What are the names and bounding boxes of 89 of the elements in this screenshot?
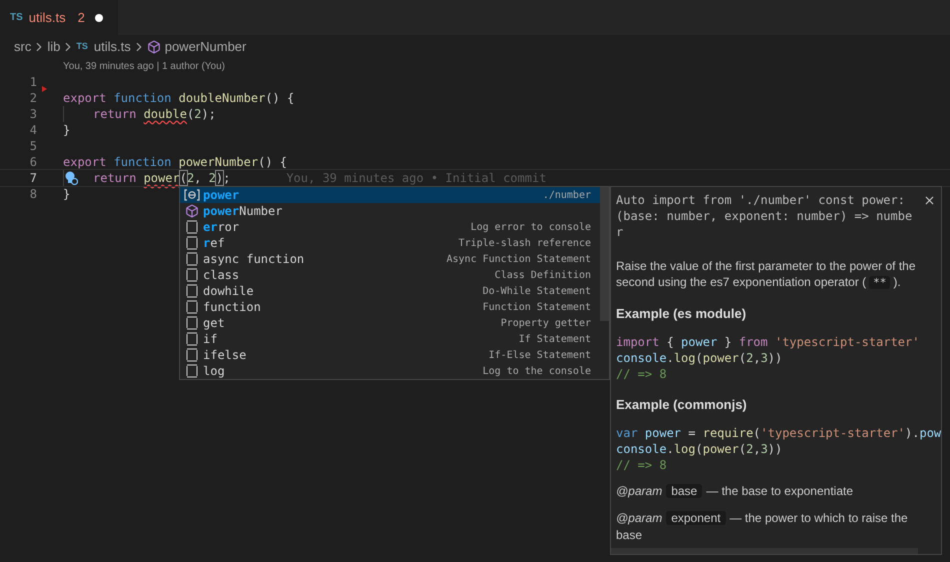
suggestion-item[interactable]: dowhile Do-While Statement <box>180 283 600 299</box>
code-line: export function doubleNumber() { <box>63 90 294 107</box>
line-number: 3 <box>28 106 37 123</box>
line-number: 6 <box>28 154 37 171</box>
suggestion-item[interactable]: er ror Log error to console <box>180 219 600 235</box>
section-heading: Example (es module) <box>616 306 748 322</box>
scrollbar-thumb[interactable] <box>611 548 918 554</box>
breadcrumb-item[interactable]: powerNumber <box>164 37 246 57</box>
suggestion-detail: Log to the console <box>482 364 591 378</box>
square-icon <box>186 348 198 362</box>
square-icon <box>186 300 198 314</box>
suggestion-detail: Log error to console <box>470 220 591 234</box>
suggestion-item[interactable]: function Function Statement <box>180 299 600 315</box>
suggestion-label: ref <box>203 235 225 252</box>
breadcrumb-item[interactable]: src <box>14 37 32 57</box>
suggestion-label: er ror <box>203 219 240 236</box>
code-line: console.log(power(2,3)) <box>616 441 782 457</box>
suggestion-item[interactable]: log Log to the console <box>180 363 600 379</box>
line-number: 7 <box>28 170 37 187</box>
square-icon <box>186 332 198 346</box>
blame-annotation: You, 39 minutes ago • Initial commit <box>286 170 546 187</box>
suggestion-label: dowhile <box>203 283 254 300</box>
square-icon <box>186 316 198 330</box>
code-line: return power(2, 2); <box>93 170 230 187</box>
file-type-label: TS <box>76 40 88 54</box>
triangle-icon <box>42 86 47 92</box>
suggestion-detail: If Statement <box>518 332 591 346</box>
suggestion-detail: Property getter <box>500 316 591 330</box>
suggestion-detail: If-Else Statement <box>488 348 591 362</box>
breadcrumb-item[interactable]: lib <box>47 37 60 57</box>
square-icon <box>186 220 198 234</box>
line-number: 1 <box>28 74 37 91</box>
scrollbar-thumb[interactable] <box>600 187 609 321</box>
suggestion-label: powerNumber <box>203 203 282 220</box>
square-icon <box>186 252 198 266</box>
codelens-text[interactable]: You, 39 minutes ago | 1 author (You) <box>63 59 225 74</box>
cube-icon <box>146 40 161 54</box>
suggestion-detail: Class Definition <box>494 268 591 282</box>
suggestion-item[interactable]: class Class Definition <box>180 267 600 283</box>
code-line: var power = require('typescript-starter').pow <box>616 425 941 441</box>
param-description: @param exponent — the power to which to raise the base <box>616 510 909 544</box>
square-icon <box>186 236 198 250</box>
suggestion-label: async function <box>203 251 304 268</box>
line-number: 4 <box>28 122 37 139</box>
code-line: // => 8 <box>616 457 667 473</box>
suggestion-label: class <box>203 267 240 284</box>
suggestion-item[interactable]: ref Triple-slash reference <box>180 235 600 251</box>
section-heading: Example (commonjs) <box>616 397 748 413</box>
close-icon <box>923 194 936 206</box>
line-number: 5 <box>28 138 37 155</box>
suggestion-item[interactable]: async function Async Function Statement <box>180 251 600 267</box>
suggestion-item[interactable]: powerNumber <box>180 203 600 219</box>
line-number: 8 <box>28 186 37 203</box>
suggestion-item[interactable]: ifelse If-Else Statement <box>180 347 600 363</box>
code-line: } <box>63 122 70 139</box>
suggestion-label: if <box>203 331 218 348</box>
variable-icon <box>184 189 200 201</box>
editor-tab[interactable]: TS utils.ts 2 <box>0 0 118 35</box>
square-icon <box>186 284 198 298</box>
suggestion-item[interactable]: if If Statement <box>180 331 600 347</box>
suggestion-item[interactable]: power ./number <box>180 187 600 203</box>
breadcrumb-item[interactable]: utils.ts <box>94 37 131 57</box>
tab-label: utils.ts <box>28 8 66 27</box>
suggestion-detail: Async Function Statement <box>446 252 591 266</box>
param-description: @param base — the base to exponentiate <box>616 483 854 500</box>
suggestion-label: power <box>203 187 240 204</box>
line-number: 2 <box>28 90 37 107</box>
code-line: return double(2); <box>93 106 216 123</box>
suggestion-detail: Function Statement <box>482 300 591 314</box>
code-line: } <box>63 186 70 203</box>
suggestion-detail: Triple-slash reference <box>458 236 591 250</box>
description-text: Raise the value of the first parameter to the power of the second using the es7 exponentiation operator ( ** ). <box>616 258 916 291</box>
suggestion-label: function <box>203 299 261 316</box>
suggestion-item[interactable]: get Property getter <box>180 315 600 331</box>
suggestion-label: get <box>203 315 225 332</box>
suggestion-detail: Do-While Statement <box>482 284 591 298</box>
code-line: export function powerNumber() { <box>63 154 287 171</box>
cube-icon <box>185 204 199 218</box>
suggestion-label: log <box>203 363 225 380</box>
code-line: // => 8 <box>616 366 667 382</box>
signature-text: Auto import from './number' const power: (base: number, exponent: number) => number <box>616 192 914 240</box>
square-icon <box>186 268 198 282</box>
suggestion-detail: ./number <box>542 188 591 202</box>
problem-count: 2 <box>78 8 85 27</box>
file-type-label: TS <box>10 11 23 25</box>
code-line: import { power } from 'typescript-starter' <box>616 334 920 350</box>
suggestion-label: ifelse <box>203 347 246 364</box>
square-icon <box>186 364 198 378</box>
code-line: console.log(power(2,3)) <box>616 350 782 366</box>
